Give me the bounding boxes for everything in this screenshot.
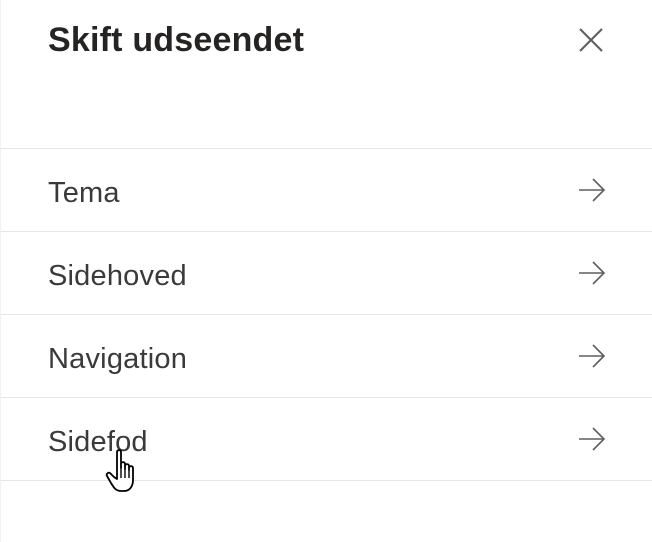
arrow-right-icon xyxy=(579,261,606,285)
appearance-menu: Tema Sidehoved Navigation Sidefod xyxy=(1,148,652,481)
change-look-panel: Skift udseendet Tema Sidehoved Navigatio… xyxy=(0,0,652,542)
menu-item-label: Sidehoved xyxy=(48,260,187,292)
menu-item-theme[interactable]: Tema xyxy=(1,149,652,232)
menu-item-label: Tema xyxy=(48,177,120,209)
panel-title: Skift udseendet xyxy=(48,21,305,59)
menu-item-label: Navigation xyxy=(48,343,188,375)
close-button[interactable] xyxy=(573,22,609,58)
arrow-right-icon xyxy=(579,427,606,451)
menu-item-footer[interactable]: Sidefod xyxy=(1,398,652,481)
menu-item-label: Sidefod xyxy=(48,426,148,458)
panel-header: Skift udseendet xyxy=(1,0,652,148)
menu-item-header[interactable]: Sidehoved xyxy=(1,232,652,315)
close-icon xyxy=(579,28,603,52)
menu-item-navigation[interactable]: Navigation xyxy=(1,315,652,398)
arrow-right-icon xyxy=(579,344,606,368)
arrow-right-icon xyxy=(579,178,606,202)
